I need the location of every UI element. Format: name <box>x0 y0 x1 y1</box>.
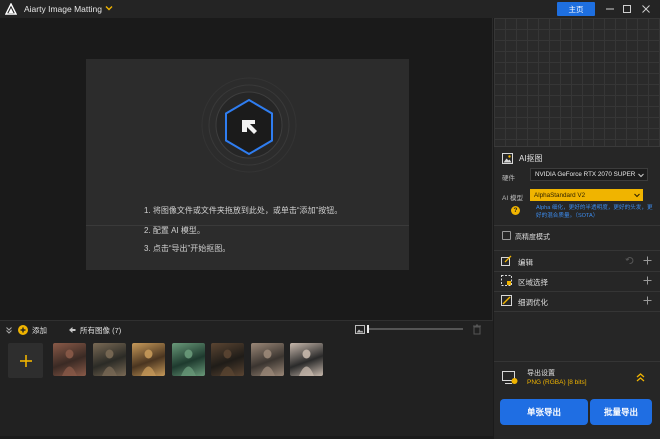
thumbnail-bar: 添加 所有图像 (7) <box>0 320 493 436</box>
section-refine-label: 细调优化 <box>518 298 548 307</box>
app-title: Aiarty Image Matting <box>24 4 102 14</box>
minimize-icon[interactable] <box>603 2 617 16</box>
single-export-button[interactable]: 单张导出 <box>500 399 588 425</box>
step-1-text: 1. 将图像文件或文件夹拖放到此处，或单击“添加”按钮。 <box>144 206 343 215</box>
home-button[interactable]: 主页 <box>557 2 595 16</box>
arrow-left-icon <box>69 327 76 333</box>
ai-model-select[interactable]: AlphaStandard V2 <box>530 189 643 201</box>
expand-plus-icon[interactable] <box>643 276 652 285</box>
all-images-label: 所有图像 (7) <box>80 325 122 335</box>
sidebar: AI抠图 硬件 NVIDIA GeForce RTX 2070 SUPER AI… <box>494 18 660 439</box>
section-region-select[interactable]: 区域选择 <box>494 272 660 290</box>
section-edit-label: 编辑 <box>518 258 533 267</box>
thumbnail-bicycle[interactable] <box>132 343 165 376</box>
trash-icon[interactable] <box>472 324 482 335</box>
ai-matting-title: AI抠图 <box>519 153 543 163</box>
export-format-value: PNG (RGBA) [8 bits] <box>527 379 587 386</box>
image-size-icon <box>355 325 365 334</box>
hardware-value: NVIDIA GeForce RTX 2070 SUPER <box>535 171 636 178</box>
section-edit[interactable]: 编辑 <box>494 252 660 270</box>
section-region-select-label: 区域选择 <box>518 278 548 287</box>
edit-icon <box>501 255 512 266</box>
ai-model-label: AI 模型 <box>502 195 523 202</box>
thumbnail-woman-floral[interactable] <box>250 343 284 376</box>
region-select-icon <box>501 275 512 286</box>
divider <box>494 225 660 226</box>
divider <box>494 146 660 147</box>
slider-handle[interactable] <box>367 325 369 333</box>
refine-icon <box>501 295 512 306</box>
collapse-chevron-icon[interactable] <box>5 326 13 334</box>
thumbnail-jellyfish[interactable] <box>53 343 86 376</box>
batch-export-button[interactable]: 批量导出 <box>590 399 652 425</box>
thumbnail-woman-pumpkin[interactable] <box>211 343 244 376</box>
expand-plus-icon[interactable] <box>643 256 652 265</box>
ai-model-value: AlphaStandard V2 <box>534 191 586 199</box>
help-icon[interactable]: ? <box>511 206 520 215</box>
high-precision-label: 高精度模式 <box>515 234 550 241</box>
undo-icon[interactable] <box>625 256 634 265</box>
app-logo-icon <box>5 3 17 15</box>
preview-grid <box>494 18 660 146</box>
chevron-down-icon <box>638 173 644 178</box>
thumbnail-size-slider[interactable] <box>368 328 463 330</box>
thumbnail-city[interactable] <box>92 343 126 376</box>
drop-zone[interactable]: 1. 将图像文件或文件夹拖放到此处，或单击“添加”按钮。 2. 配置 AI 模型… <box>86 59 409 270</box>
high-precision-checkbox[interactable] <box>502 231 511 240</box>
ai-matting-icon <box>502 152 513 164</box>
add-button[interactable]: 添加 <box>18 323 47 337</box>
ai-matting-header: AI抠图 <box>502 151 543 165</box>
hardware-select[interactable]: NVIDIA GeForce RTX 2070 SUPER <box>530 168 648 181</box>
hardware-label: 硬件 <box>502 175 515 182</box>
add-label: 添加 <box>32 325 47 335</box>
plus-icon <box>19 354 32 367</box>
chevron-down-icon[interactable] <box>104 3 114 13</box>
chevron-double-up-icon[interactable] <box>635 372 646 383</box>
export-settings[interactable]: 导出设置 PNG (RGBA) [8 bits] <box>494 362 660 398</box>
close-icon[interactable] <box>639 2 653 16</box>
divider <box>494 250 660 251</box>
chevron-down-icon <box>634 193 640 198</box>
canvas-area[interactable]: 1. 将图像文件或文件夹拖放到此处，或单击“添加”按钮。 2. 配置 AI 模型… <box>0 18 493 320</box>
model-description: Alpha 细化，更好的半透明度，更好的头发，更好的混合质量。（SOTA） <box>536 205 653 219</box>
title-bar: Aiarty Image Matting 主页 <box>0 0 660 18</box>
divider <box>86 225 409 226</box>
all-images-button[interactable]: 所有图像 (7) <box>68 323 121 337</box>
thumbnail-woman-flowers[interactable] <box>290 343 323 376</box>
expand-plus-icon[interactable] <box>643 296 652 305</box>
export-settings-icon <box>502 371 518 384</box>
step-2-text: 2. 配置 AI 模型。 <box>144 226 205 235</box>
export-settings-title: 导出设置 <box>527 370 555 377</box>
step-3-text: 3. 点击“导出”开始抠图。 <box>144 244 231 253</box>
section-refine[interactable]: 细调优化 <box>494 292 660 310</box>
thumbnail-girl-red-dress[interactable] <box>171 343 205 376</box>
divider <box>494 311 660 312</box>
add-image-icon[interactable] <box>219 97 279 157</box>
plus-icon <box>18 325 28 335</box>
add-image-tile[interactable] <box>8 343 43 378</box>
maximize-icon[interactable] <box>620 2 634 16</box>
